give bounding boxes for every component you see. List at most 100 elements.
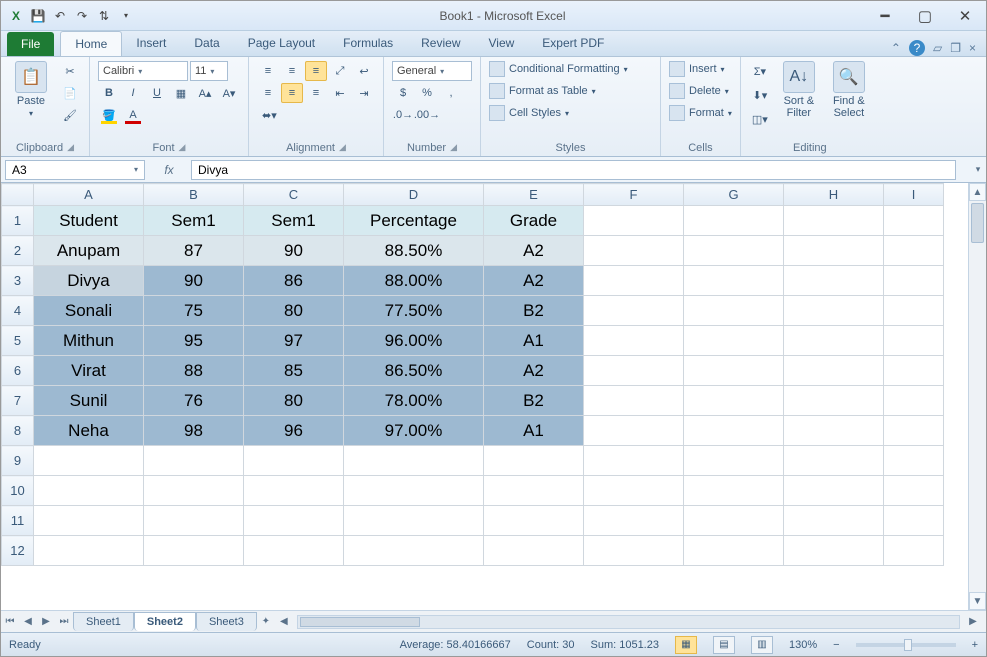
insert-cells-button[interactable]: Insert▾ xyxy=(669,61,732,77)
cell[interactable] xyxy=(884,296,944,326)
cell[interactable] xyxy=(144,476,244,506)
cell[interactable]: 75 xyxy=(144,296,244,326)
vertical-scrollbar[interactable]: ▲ ▼ xyxy=(968,183,986,610)
cell[interactable] xyxy=(344,536,484,566)
cell[interactable] xyxy=(684,356,784,386)
cell[interactable]: Sem1 xyxy=(244,206,344,236)
tab-formulas[interactable]: Formulas xyxy=(329,31,407,56)
cell[interactable] xyxy=(884,236,944,266)
autosum-icon[interactable]: Σ▾ xyxy=(749,61,771,81)
cell[interactable]: 85 xyxy=(244,356,344,386)
conditional-formatting-button[interactable]: Conditional Formatting▾ xyxy=(489,61,628,77)
row-header[interactable]: 3 xyxy=(2,266,34,296)
page-break-view-icon[interactable]: ▥ xyxy=(751,636,773,654)
cell[interactable]: 95 xyxy=(144,326,244,356)
row-header[interactable]: 4 xyxy=(2,296,34,326)
expand-formula-bar-icon[interactable]: ▾ xyxy=(970,164,986,175)
cell[interactable] xyxy=(684,536,784,566)
cell[interactable]: 87 xyxy=(144,236,244,266)
percent-format-icon[interactable]: % xyxy=(416,83,438,103)
cell[interactable] xyxy=(584,416,684,446)
cell[interactable]: 88.50% xyxy=(344,236,484,266)
cell[interactable] xyxy=(584,476,684,506)
cell[interactable] xyxy=(684,296,784,326)
align-center-icon[interactable]: ≡ xyxy=(281,83,303,103)
cell[interactable]: 77.50% xyxy=(344,296,484,326)
qat-customize-icon[interactable]: ▾ xyxy=(117,7,135,25)
font-color-button[interactable]: A xyxy=(122,105,144,125)
cell[interactable] xyxy=(584,536,684,566)
row-header[interactable]: 10 xyxy=(2,476,34,506)
column-header[interactable]: C xyxy=(244,184,344,206)
cell[interactable] xyxy=(684,506,784,536)
cell[interactable] xyxy=(684,416,784,446)
row-header[interactable]: 7 xyxy=(2,386,34,416)
hscroll-left-icon[interactable]: ◀ xyxy=(275,616,293,627)
select-all-corner[interactable] xyxy=(2,184,34,206)
column-header[interactable]: A xyxy=(34,184,144,206)
column-header[interactable]: F xyxy=(584,184,684,206)
copy-icon[interactable]: 📄 xyxy=(59,83,81,103)
cell[interactable] xyxy=(584,206,684,236)
cell[interactable]: Anupam xyxy=(34,236,144,266)
cell[interactable] xyxy=(484,446,584,476)
cell[interactable] xyxy=(584,326,684,356)
decrease-font-icon[interactable]: A▾ xyxy=(218,83,240,103)
new-sheet-icon[interactable]: ✦ xyxy=(257,616,275,627)
cell[interactable] xyxy=(484,536,584,566)
cell[interactable] xyxy=(784,446,884,476)
zoom-in-icon[interactable]: + xyxy=(972,639,978,651)
page-layout-view-icon[interactable]: ▤ xyxy=(713,636,735,654)
cell[interactable] xyxy=(784,236,884,266)
format-cells-button[interactable]: Format▾ xyxy=(669,105,732,121)
cell[interactable] xyxy=(584,296,684,326)
comma-format-icon[interactable]: , xyxy=(440,83,462,103)
cell[interactable] xyxy=(784,476,884,506)
tab-review[interactable]: Review xyxy=(407,31,474,56)
cell[interactable]: A1 xyxy=(484,416,584,446)
cell[interactable] xyxy=(884,386,944,416)
cell[interactable] xyxy=(684,446,784,476)
cell[interactable] xyxy=(34,536,144,566)
number-format-combo[interactable]: General▾ xyxy=(392,61,472,81)
cell[interactable]: Grade xyxy=(484,206,584,236)
last-sheet-icon[interactable]: ⏭ xyxy=(55,616,73,627)
cell[interactable] xyxy=(584,446,684,476)
zoom-slider[interactable] xyxy=(856,643,956,647)
increase-indent-icon[interactable]: ⇥ xyxy=(353,83,375,103)
cell[interactable]: A2 xyxy=(484,356,584,386)
column-header[interactable]: G xyxy=(684,184,784,206)
cell[interactable]: Sonali xyxy=(34,296,144,326)
cell[interactable] xyxy=(484,506,584,536)
cell[interactable]: 80 xyxy=(244,386,344,416)
sort-icon[interactable]: ⇅ xyxy=(95,7,113,25)
cell[interactable] xyxy=(244,476,344,506)
minimize-ribbon-icon[interactable]: ⌃ xyxy=(891,41,901,55)
cell[interactable]: 98 xyxy=(144,416,244,446)
cell[interactable] xyxy=(584,266,684,296)
cell[interactable]: 96.00% xyxy=(344,326,484,356)
name-box[interactable]: A3 ▾ xyxy=(5,160,145,180)
cell[interactable] xyxy=(784,386,884,416)
cell[interactable] xyxy=(684,206,784,236)
cell[interactable] xyxy=(344,446,484,476)
row-header[interactable]: 8 xyxy=(2,416,34,446)
cell[interactable]: Sem1 xyxy=(144,206,244,236)
row-header[interactable]: 2 xyxy=(2,236,34,266)
increase-decimal-icon[interactable]: .0→ xyxy=(392,105,414,125)
horizontal-scrollbar[interactable] xyxy=(297,615,960,629)
cell[interactable]: Sunil xyxy=(34,386,144,416)
row-header[interactable]: 5 xyxy=(2,326,34,356)
cell[interactable]: 86 xyxy=(244,266,344,296)
cell[interactable] xyxy=(344,476,484,506)
cell[interactable] xyxy=(34,506,144,536)
format-painter-icon[interactable]: 🖌 xyxy=(59,105,81,125)
tab-page-layout[interactable]: Page Layout xyxy=(234,31,329,56)
cell[interactable]: 97 xyxy=(244,326,344,356)
orientation-icon[interactable]: ⤢ xyxy=(329,61,351,81)
cell[interactable] xyxy=(684,326,784,356)
cell[interactable] xyxy=(344,506,484,536)
cell[interactable]: Divya xyxy=(34,266,144,296)
format-as-table-button[interactable]: Format as Table▾ xyxy=(489,83,628,99)
cell[interactable] xyxy=(244,536,344,566)
